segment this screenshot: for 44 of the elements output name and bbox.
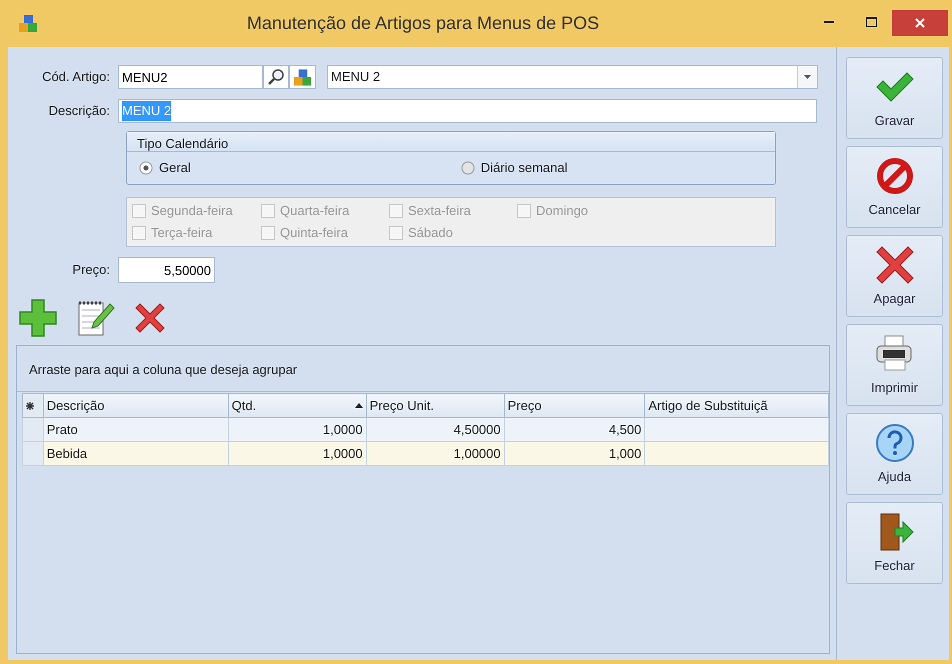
close-button[interactable] <box>892 10 948 36</box>
app-icon <box>18 14 38 33</box>
delete-button[interactable]: Apagar <box>846 235 943 317</box>
column-header[interactable]: Descrição <box>43 394 228 418</box>
print-button[interactable]: Imprimir <box>846 324 943 406</box>
column-header[interactable]: Preço Unit. <box>366 394 504 418</box>
radio-icon <box>139 161 153 175</box>
close-button[interactable]: Fechar <box>846 502 943 584</box>
table-cell: 1,00000 <box>366 442 504 466</box>
field-label: Preço: <box>71 261 111 280</box>
article-dropdown[interactable]: MENU 2 <box>327 65 818 89</box>
code-field[interactable]: MENU2 <box>118 65 263 89</box>
table-cell: Bebida <box>43 442 228 466</box>
table-cell: 1,0000 <box>228 442 366 466</box>
sort-ascending-icon <box>354 403 363 408</box>
search-button[interactable] <box>263 65 289 89</box>
maximize-icon <box>866 17 876 27</box>
help-button[interactable]: Ajuda <box>846 413 943 495</box>
group-by-hint: Arraste para aqui a coluna que deseja agrupar <box>17 346 829 392</box>
dropdown-value: MENU 2 <box>330 68 382 86</box>
radio-option[interactable]: Diário semanal <box>460 158 568 178</box>
price-field[interactable]: 5,50000 <box>118 257 215 283</box>
caret-icon <box>804 75 811 79</box>
column-header[interactable]: Artigo de Substituiçã <box>644 394 828 418</box>
add-button[interactable] <box>18 298 60 340</box>
plus-icon <box>18 298 60 340</box>
cubes-icon <box>293 68 312 86</box>
group-title: Tipo Calendário <box>127 132 775 152</box>
field-label: Descrição: <box>48 102 111 120</box>
search-icon <box>267 68 285 86</box>
column-header[interactable]: Qtd. <box>228 394 366 418</box>
asterisk-icon <box>26 402 34 410</box>
save-button[interactable]: Gravar <box>846 57 943 139</box>
cancel-button[interactable]: Cancelar <box>846 146 943 228</box>
column-header[interactable]: Preço <box>504 394 645 418</box>
radio-icon <box>460 161 475 175</box>
minimize-icon <box>824 21 834 23</box>
window-title: Manutenção de Artigos para Menus de POS <box>246 12 600 35</box>
lookup-button[interactable] <box>289 65 316 89</box>
close-icon <box>915 18 925 28</box>
table-cell: 1,000 <box>504 442 645 466</box>
radio-option[interactable]: Geral <box>139 158 191 178</box>
field-label: Cód. Artigo: <box>41 68 111 86</box>
selected-text: MENU 2 <box>122 101 172 121</box>
